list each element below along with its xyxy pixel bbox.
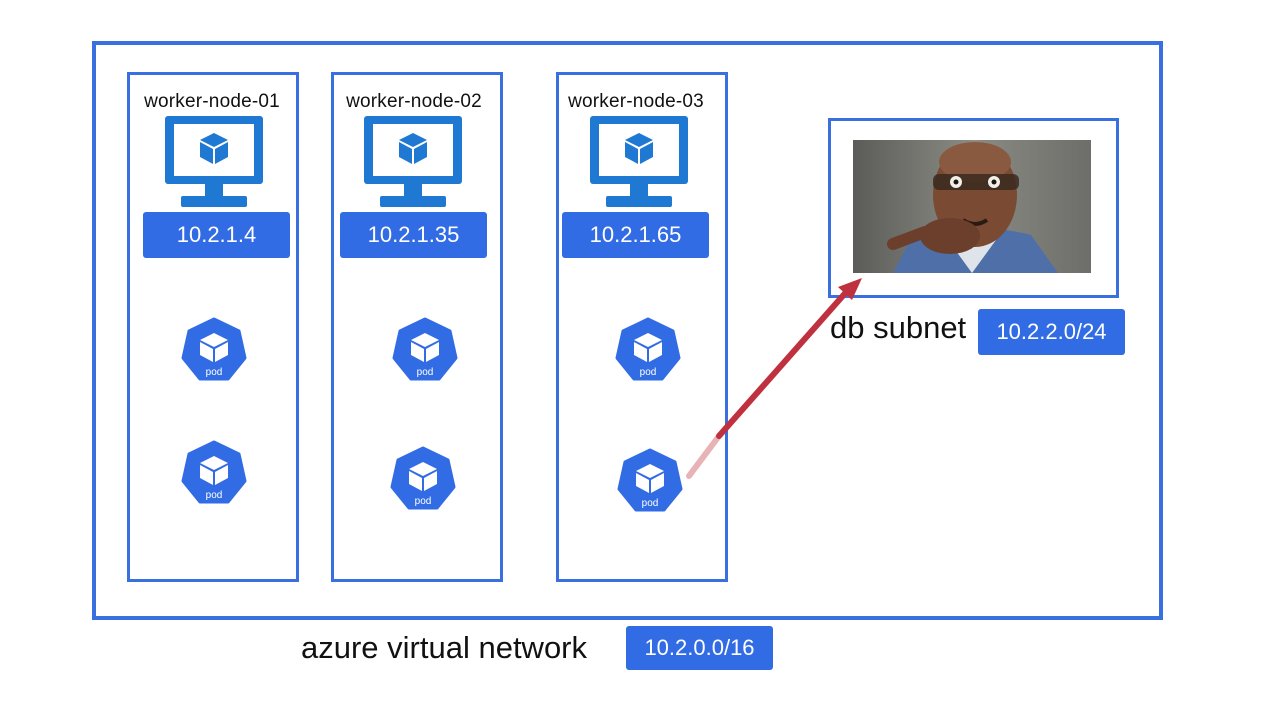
node-ip-badge-03: 10.2.1.65 (562, 212, 709, 258)
db-subnet-label: db subnet (830, 310, 967, 345)
node-ip-badge-02: 10.2.1.35 (340, 212, 487, 258)
kubernetes-pod-icon (616, 448, 684, 516)
db-subnet-cidr-badge: 10.2.2.0/24 (978, 309, 1125, 355)
virtual-network-label: azure virtual network (301, 630, 588, 665)
kubernetes-pod-icon (614, 317, 682, 385)
kubernetes-pod-icon (180, 317, 248, 385)
worker-node-label-01: worker-node-01 (144, 91, 280, 112)
reaction-photo (853, 140, 1091, 273)
node-ip-badge-01: 10.2.1.4 (143, 212, 290, 258)
virtual-network-cidr-badge: 10.2.0.0/16 (626, 626, 773, 670)
monitor-cube-icon (590, 116, 688, 208)
monitor-cube-icon (364, 116, 462, 208)
kubernetes-pod-icon (389, 446, 457, 514)
kubernetes-pod-icon (391, 317, 459, 385)
worker-node-label-02: worker-node-02 (346, 91, 482, 112)
monitor-cube-icon (165, 116, 263, 208)
kubernetes-pod-icon (180, 440, 248, 508)
worker-node-label-03: worker-node-03 (568, 91, 704, 112)
